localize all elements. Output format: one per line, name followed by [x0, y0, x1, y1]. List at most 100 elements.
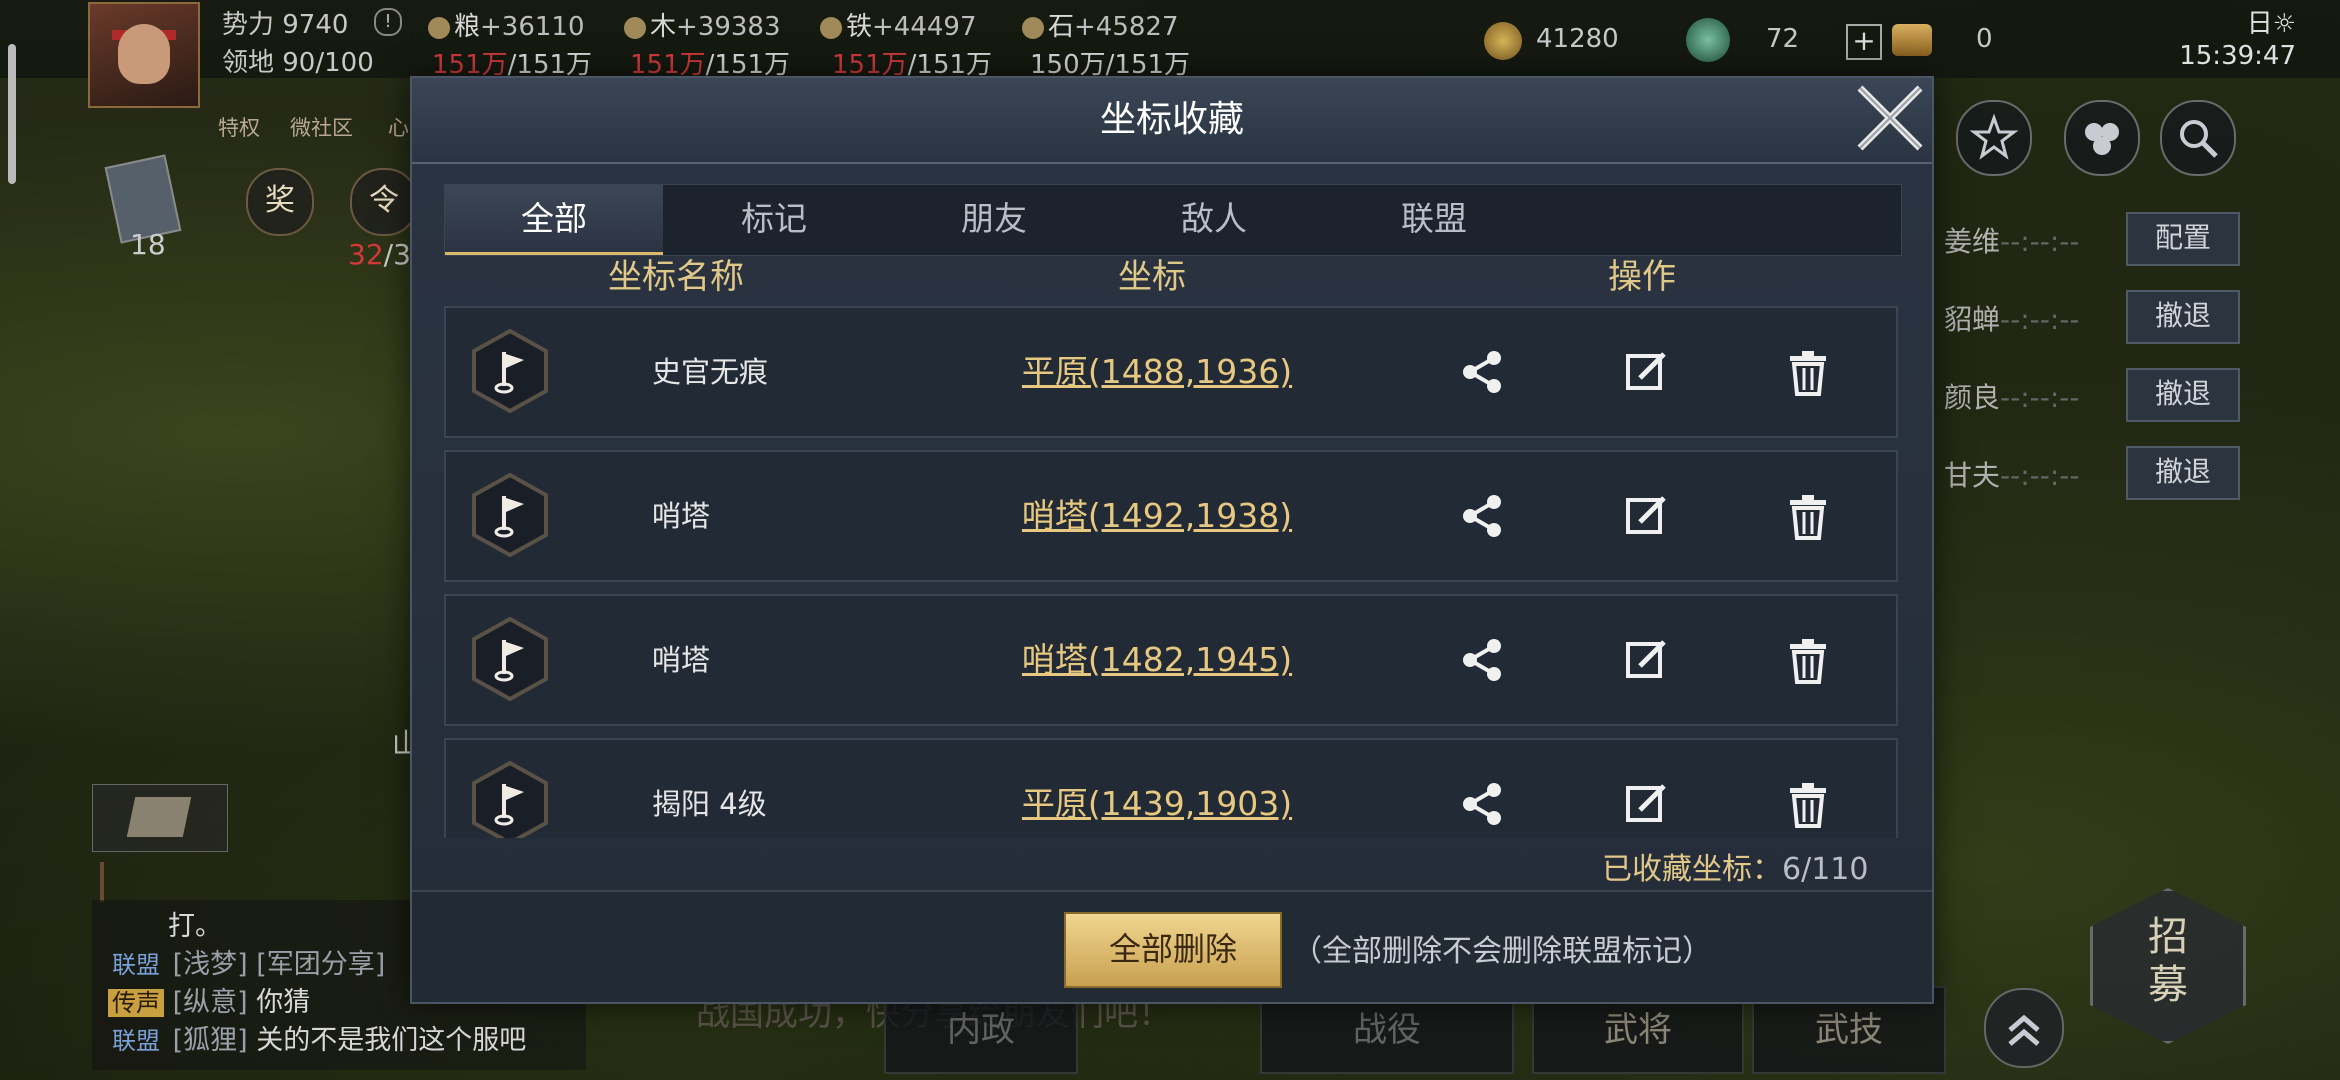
army-slot: 姜维--:--:-- 配置 [1936, 208, 2240, 266]
trash-icon[interactable] [1780, 776, 1836, 832]
order-count-current: 32 [348, 238, 384, 271]
formation-button[interactable] [2064, 100, 2140, 176]
coin-count: 41280 [1536, 24, 1619, 54]
privilege-link[interactable]: 特权 [218, 112, 260, 142]
extra-link[interactable]: 心 [388, 112, 409, 142]
favorite-name: 哨塔 [652, 643, 711, 677]
map-scroll-button[interactable] [92, 784, 228, 852]
double-chevron-up-icon [2008, 1014, 2040, 1046]
army-slot: 甘夫--:--:-- 撤退 [1936, 442, 2240, 500]
edit-icon[interactable] [1618, 344, 1674, 400]
favorite-row: 哨塔 哨塔(1482,1945) [444, 594, 1898, 726]
tab-friends[interactable]: 朋友 [885, 185, 1103, 255]
resource-wood-name: 木 [650, 12, 677, 42]
favorites-count: 已收藏坐标：6/110 [1602, 844, 1868, 888]
iron-icon [820, 16, 842, 39]
favorite-name: 哨塔 [652, 499, 711, 533]
resource-food-gain: +36110 [480, 12, 585, 42]
territory-stat: 领地 90/100 [222, 48, 374, 78]
chat-text: 你猜 [256, 987, 311, 1018]
share-icon[interactable] [1454, 632, 1510, 688]
retreat-button[interactable]: 撤退 [2126, 446, 2240, 500]
army-general-name: 颜良--:--:-- [1944, 376, 2080, 416]
card-count: 18 [130, 228, 166, 261]
favorites-list[interactable]: 史官无痕 平原(1488,1936) 哨塔 哨塔(1492,1938) 哨塔 哨… [444, 306, 1900, 838]
map-flag-icon [100, 862, 144, 902]
weather-indicator: 日☼ [2246, 9, 2296, 39]
chat-text: 打。 [168, 911, 222, 942]
column-header-name: 坐标名称 [608, 257, 744, 297]
column-header-coord: 坐标 [1118, 257, 1186, 297]
add-gold-button[interactable]: + [1846, 24, 1882, 60]
chat-sender[interactable]: [纵意] [173, 987, 248, 1018]
stone-icon [1022, 16, 1044, 39]
trash-icon[interactable] [1780, 632, 1836, 688]
favorite-star-button[interactable] [1956, 100, 2032, 176]
resource-stone: 石+45827 [1022, 6, 1179, 43]
flag-marker-icon [472, 760, 548, 838]
search-button[interactable] [2160, 100, 2236, 176]
tab-all[interactable]: 全部 [445, 185, 663, 255]
tab-alliance[interactable]: 联盟 [1325, 185, 1543, 255]
wood-icon [624, 16, 646, 39]
trash-icon[interactable] [1780, 344, 1836, 400]
chat-line: 打。 [108, 904, 222, 943]
jade-count: 72 [1766, 24, 1800, 54]
chat-line: 联盟 [浅梦] [军团分享] [108, 942, 385, 981]
edit-icon[interactable] [1618, 632, 1674, 688]
time-display: 15:39:47 [2179, 41, 2296, 71]
favorite-coordinate-link[interactable]: 哨塔(1482,1945) [1020, 596, 1294, 724]
star-icon [1969, 113, 2019, 160]
chat-sender[interactable]: [狐狸] [173, 1025, 248, 1056]
share-icon[interactable] [1454, 344, 1510, 400]
tab-marks[interactable]: 标记 [665, 185, 883, 255]
general-name: 姜维 [1944, 225, 2001, 258]
chat-line: 传声 [纵意] 你猜 [108, 980, 310, 1019]
delete-all-note: （全部删除不会删除联盟标记） [1292, 934, 1712, 969]
collapse-up-button[interactable] [1984, 988, 2064, 1068]
power-stat: 势力 9740 [222, 10, 349, 40]
resource-iron-name: 铁 [846, 12, 873, 42]
category-tabs: 全部 标记 朋友 敌人 联盟 [444, 184, 1902, 256]
favorite-name: 揭阳 4级 [652, 787, 767, 821]
gold-ingot-icon [1892, 24, 1932, 56]
configure-button[interactable]: 配置 [2126, 212, 2240, 266]
jade-icon [1686, 18, 1730, 62]
favorite-coordinate-link[interactable]: 哨塔(1492,1938) [1020, 452, 1294, 580]
resource-stone-name: 石 [1048, 12, 1075, 42]
chat-sender[interactable]: [浅梦] [173, 949, 248, 980]
player-avatar[interactable] [88, 2, 200, 108]
delete-all-button[interactable]: 全部删除 [1064, 912, 1282, 988]
order-button[interactable]: 令 [350, 168, 418, 236]
army-timer: --:--:-- [2000, 381, 2080, 414]
favorite-coordinate-link[interactable]: 平原(1488,1936) [1020, 308, 1294, 436]
chat-text: [军团分享] [256, 949, 386, 980]
resource-stone-gain: +45827 [1074, 12, 1179, 42]
share-icon[interactable] [1454, 488, 1510, 544]
recruit-label: 招募 [2148, 914, 2188, 1008]
info-icon[interactable]: ! [374, 8, 402, 36]
community-link[interactable]: 微社区 [290, 112, 353, 142]
retreat-button[interactable]: 撤退 [2126, 290, 2240, 344]
copper-coin-icon [1484, 22, 1522, 60]
tab-enemies[interactable]: 敌人 [1105, 185, 1323, 255]
favorite-name: 史官无痕 [652, 355, 769, 389]
army-slot: 颜良--:--:-- 撤退 [1936, 364, 2240, 422]
favorites-count-label: 已收藏坐标： [1602, 852, 1782, 887]
favorites-count-value: 6/110 [1782, 852, 1869, 887]
reward-button[interactable]: 奖 [246, 168, 314, 236]
dialog-title: 坐标收藏 [1099, 99, 1244, 140]
edit-icon[interactable] [1618, 488, 1674, 544]
close-button[interactable] [1850, 78, 1930, 158]
general-name: 颜良 [1944, 381, 2001, 414]
retreat-button[interactable]: 撤退 [2126, 368, 2240, 422]
edit-icon[interactable] [1618, 776, 1674, 832]
gold-count: 0 [1976, 24, 1993, 54]
chat-channel-tag: 联盟 [112, 951, 160, 979]
left-edge-handle[interactable] [8, 44, 16, 184]
favorite-coordinate-link[interactable]: 平原(1439,1903) [1020, 740, 1294, 838]
resource-food: 粮+36110 [428, 6, 585, 43]
army-timer: --:--:-- [2000, 303, 2080, 336]
share-icon[interactable] [1454, 776, 1510, 832]
trash-icon[interactable] [1780, 488, 1836, 544]
